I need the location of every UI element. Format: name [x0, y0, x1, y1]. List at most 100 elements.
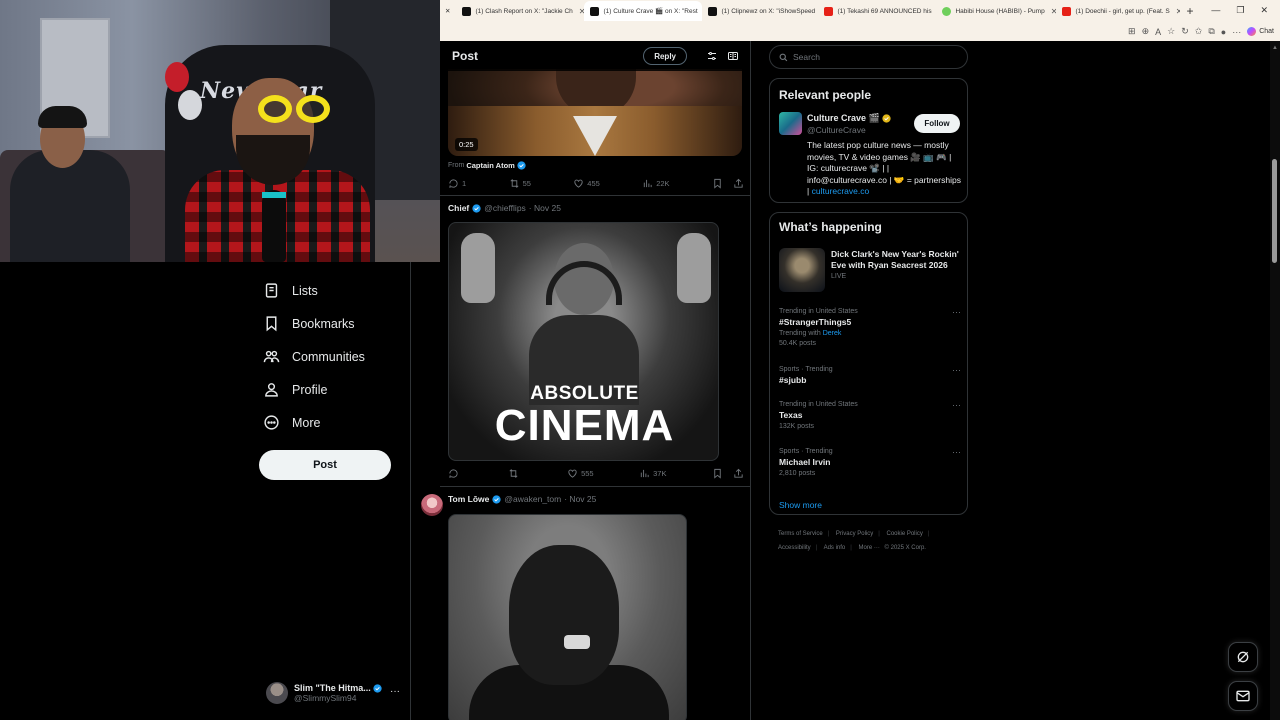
- author-name[interactable]: Tom Lōwe: [448, 494, 489, 504]
- nav-item-more[interactable]: More: [263, 414, 320, 431]
- avatar[interactable]: [421, 494, 443, 516]
- browser-tab[interactable]: (1) Tekashi 69 ANNOUNCED his ✕: [818, 2, 936, 20]
- video-thumbnail[interactable]: [448, 69, 742, 156]
- more-dots-icon[interactable]: ···: [952, 307, 961, 317]
- share-icon[interactable]: [733, 468, 744, 479]
- reader-view-icon[interactable]: [727, 50, 739, 62]
- ads-info-link[interactable]: Ads info: [824, 545, 846, 551]
- image-hand-right: [677, 233, 711, 303]
- avatar[interactable]: [779, 112, 802, 135]
- trend-item[interactable]: Trending in United States #StrangerThing…: [779, 307, 961, 347]
- event-title[interactable]: Dick Clark's New Year's Rockin' Eve with…: [831, 249, 963, 271]
- author-handle[interactable]: @chiefflips: [484, 203, 526, 213]
- share-icon[interactable]: [733, 178, 744, 189]
- favorite-star-icon[interactable]: ☆: [1167, 26, 1175, 37]
- author-handle[interactable]: @awaken_tom: [504, 494, 561, 504]
- browser-tab[interactable]: Habibi House (HABIBI) - Pump ✕: [936, 2, 1056, 20]
- bio-link[interactable]: culturecrave.co: [812, 186, 870, 196]
- repost-icon: [510, 179, 519, 188]
- webcam-microphone: [262, 190, 286, 262]
- follow-button[interactable]: Follow: [914, 114, 960, 133]
- nav-item-bookmarks[interactable]: Bookmarks: [263, 315, 355, 332]
- privacy-link[interactable]: Privacy Policy: [836, 531, 873, 537]
- copyright: © 2025 X Corp.: [884, 545, 926, 551]
- profile-handle[interactable]: @CultureCrave: [807, 125, 866, 135]
- browser-tab[interactable]: (1) Clash Report on X: "Jackie Ch ✕: [456, 2, 584, 20]
- minimize-button[interactable]: —: [1211, 5, 1220, 15]
- more-dots-icon[interactable]: ···: [390, 686, 400, 697]
- trend-item[interactable]: Sports · Trending Michael Irvin 2,810 po…: [779, 447, 961, 477]
- webcam-balloon: [165, 62, 189, 92]
- views-action[interactable]: 37K: [639, 468, 666, 479]
- refresh-icon[interactable]: ↻: [1181, 26, 1189, 37]
- reply-action[interactable]: [448, 468, 462, 479]
- like-action[interactable]: 555: [567, 468, 594, 479]
- bookmark-icon[interactable]: [712, 468, 723, 479]
- post-image-dark-portrait[interactable]: [448, 514, 687, 720]
- more-footer-link[interactable]: More ···: [859, 545, 880, 551]
- more-circle-icon: [264, 415, 279, 430]
- author-name[interactable]: Chief: [448, 203, 469, 213]
- maximize-button[interactable]: ❐: [1236, 5, 1244, 16]
- messages-button[interactable]: [1228, 681, 1258, 711]
- post-image-absolute-cinema[interactable]: ABSOLUTE CINEMA: [448, 222, 719, 461]
- panel-title: What’s happening: [779, 220, 882, 234]
- more-dots-icon[interactable]: ···: [952, 400, 961, 410]
- reply-button[interactable]: Reply: [643, 47, 687, 65]
- repost-action[interactable]: [508, 468, 522, 479]
- account-switcher[interactable]: Slim "The Hitma... @SlimmySlim94 ···: [266, 680, 406, 706]
- menu-dots-icon[interactable]: ···: [1232, 27, 1241, 37]
- profile-name[interactable]: Culture Crave 🎬: [807, 113, 891, 124]
- event-thumbnail[interactable]: [779, 248, 825, 292]
- trend-item[interactable]: Trending in United States Texas 132K pos…: [779, 400, 961, 430]
- post-date[interactable]: · Nov 25: [529, 203, 561, 213]
- post-button[interactable]: Post: [259, 450, 391, 480]
- terms-link[interactable]: Terms of Service: [778, 531, 823, 537]
- scroll-up-arrow-icon[interactable]: ▲: [1272, 45, 1278, 51]
- copilot-chat-button[interactable]: Chat: [1247, 27, 1274, 36]
- trend-related-link[interactable]: Derek: [823, 330, 842, 337]
- webcam-balloon: [178, 90, 202, 120]
- views-chart-icon: [644, 179, 652, 188]
- zoom-icon[interactable]: ⊕: [1142, 26, 1150, 37]
- filter-sliders-icon[interactable]: [706, 50, 718, 62]
- x-icon: [462, 6, 472, 16]
- collections-icon[interactable]: ⧉: [1208, 26, 1214, 37]
- new-tab-button[interactable]: +: [1180, 4, 1199, 18]
- window-close-button[interactable]: ✕: [1260, 5, 1268, 16]
- scrollbar-thumb[interactable]: [1272, 159, 1277, 263]
- profile-avatar-icon[interactable]: ●: [1221, 27, 1226, 37]
- nav-item-profile[interactable]: Profile: [263, 381, 327, 398]
- nav-item-communities[interactable]: Communities: [263, 348, 365, 365]
- video-source: From Captain Atom: [448, 161, 526, 170]
- list-icon: [265, 283, 278, 298]
- browser-toolbar: ⊞ ⊕ A ☆ ↻ ✩ ⧉ ● ··· Chat: [1128, 22, 1280, 41]
- nav-item-lists[interactable]: Lists: [263, 282, 318, 299]
- reply-action[interactable]: 1: [448, 178, 466, 189]
- read-aloud-icon[interactable]: A: [1155, 27, 1161, 37]
- browser-tab[interactable]: (1) Clipnewz on X: "iShowSpeed ✕: [702, 2, 818, 20]
- grok-button[interactable]: [1228, 642, 1258, 672]
- favorites-icon[interactable]: ✩: [1195, 26, 1203, 37]
- cookie-link[interactable]: Cookie Policy: [887, 531, 923, 537]
- tab-menu-close[interactable]: ✕: [440, 2, 456, 20]
- like-action[interactable]: 455: [573, 178, 600, 189]
- trend-item[interactable]: Sports · Trending #sjubb ···: [779, 365, 961, 385]
- more-dots-icon[interactable]: ···: [952, 447, 961, 457]
- page-action-icon[interactable]: ⊞: [1128, 26, 1136, 37]
- repost-action[interactable]: 55: [509, 178, 531, 189]
- bookmark-icon[interactable]: [712, 178, 723, 189]
- post-divider: [440, 486, 750, 487]
- source-name[interactable]: Captain Atom: [466, 161, 514, 170]
- show-more-link[interactable]: Show more: [779, 500, 822, 510]
- views-action[interactable]: 22K: [642, 178, 670, 189]
- account-handle: @SlimmySlim94: [294, 693, 357, 703]
- post-date[interactable]: · Nov 25: [564, 494, 596, 504]
- browser-tab[interactable]: (1) Doechii - girl, get up. (Feat. S ✕: [1056, 2, 1180, 20]
- search-input[interactable]: Search: [769, 45, 968, 69]
- more-dots-icon[interactable]: ···: [952, 365, 961, 375]
- browser-tab-active[interactable]: (1) Culture Crave 🎬 on X: "Rest ✕: [584, 1, 703, 21]
- accessibility-link[interactable]: Accessibility: [778, 545, 811, 551]
- page-scrollbar[interactable]: ▲: [1270, 41, 1280, 720]
- image-caption-bottom: CINEMA: [494, 401, 675, 450]
